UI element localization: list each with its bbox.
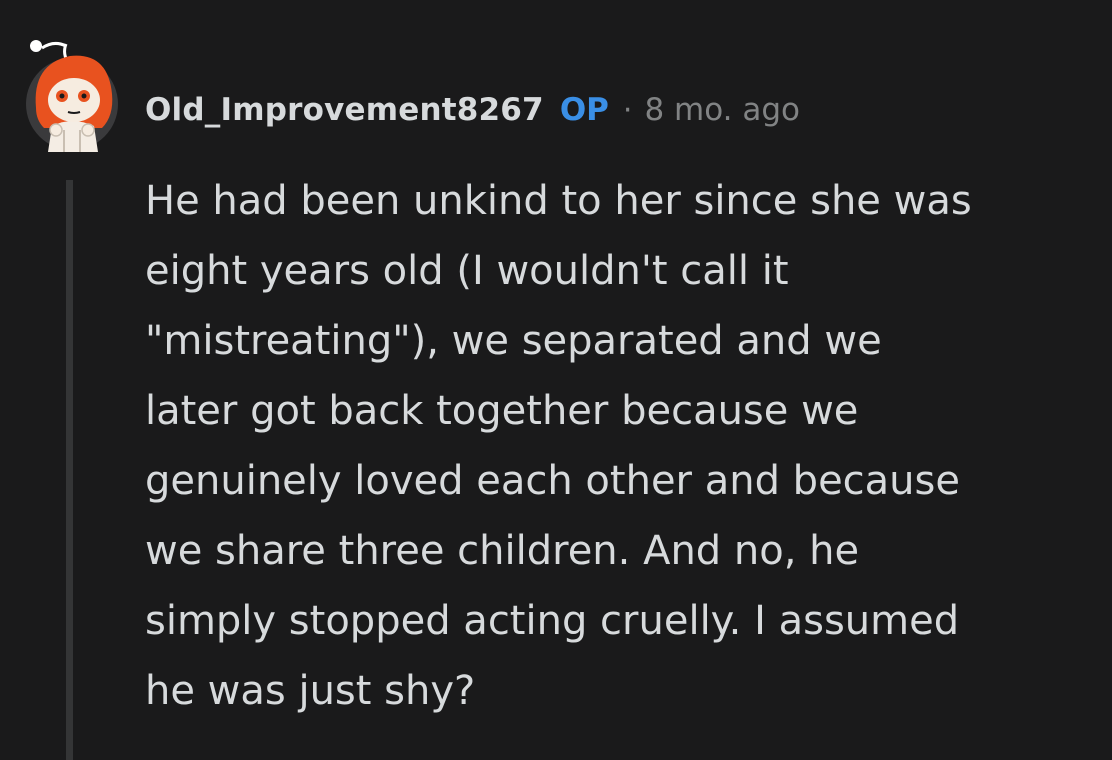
- comment-body-line: simply stopped acting cruelly. I assumed: [145, 598, 960, 644]
- thread-collapse-line[interactable]: [66, 180, 73, 760]
- op-badge: OP: [559, 92, 609, 128]
- comment-body-line: eight years old (I wouldn't call it: [145, 248, 789, 294]
- comment-header: Old_Improvement8267 OP · 8 mo. ago: [145, 86, 800, 134]
- meta-separator: ·: [622, 92, 633, 128]
- comment-body-line: later got back together because we: [145, 388, 859, 434]
- comment-timestamp[interactable]: 8 mo. ago: [644, 92, 800, 128]
- comment: Old_Improvement8267 OP · 8 mo. ago He ha…: [0, 0, 1112, 760]
- comment-body-line: he was just shy?: [145, 668, 476, 714]
- snoo-avatar-icon[interactable]: [22, 30, 122, 154]
- avatar-graphic: [26, 38, 118, 152]
- username-link[interactable]: Old_Improvement8267: [145, 92, 544, 128]
- comment-body: He had been unkind to her since she was …: [145, 166, 1065, 726]
- comment-body-line: "mistreating"), we separated and we: [145, 318, 882, 364]
- comment-body-line: He had been unkind to her since she was: [145, 178, 972, 224]
- comment-body-line: we share three children. And no, he: [145, 528, 860, 574]
- comment-body-line: genuinely loved each other and because: [145, 458, 960, 504]
